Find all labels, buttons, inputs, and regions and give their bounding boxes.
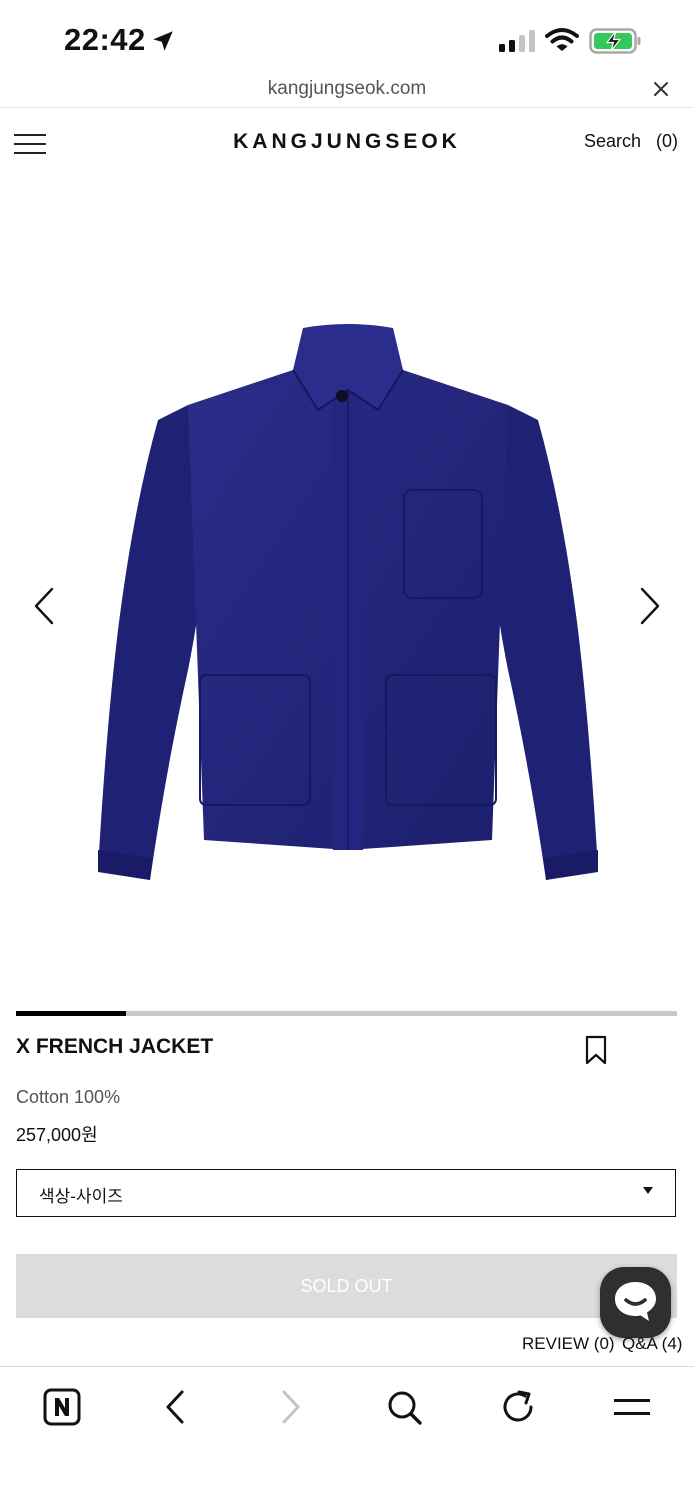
sold-out-button: SOLD OUT — [16, 1254, 677, 1318]
product-price: 257,000원 — [16, 1125, 98, 1145]
reload-icon[interactable] — [498, 1387, 538, 1427]
qa-link[interactable]: Q&A (4) — [622, 1334, 682, 1354]
product-material: Cotton 100% — [16, 1087, 121, 1107]
chat-bubble-icon — [615, 1282, 656, 1321]
bookmark-icon[interactable] — [584, 1035, 608, 1065]
forward-icon[interactable] — [270, 1387, 310, 1427]
chat-button[interactable] — [600, 1267, 671, 1338]
option-select-label: 색상-사이즈 — [39, 1187, 123, 1206]
navy-jacket-image — [98, 324, 598, 880]
slide-progress-fill — [16, 1011, 127, 1016]
cellular-signal-icon — [499, 30, 535, 52]
option-select[interactable]: 색상-사이즈 — [16, 1169, 676, 1217]
search-link[interactable]: Search — [584, 131, 641, 152]
naver-home-icon[interactable] — [42, 1387, 82, 1427]
chevron-left-icon[interactable] — [28, 585, 60, 627]
review-link[interactable]: REVIEW (0) — [522, 1334, 615, 1354]
cart-count-link[interactable]: (0) — [656, 131, 678, 152]
chevron-right-icon[interactable] — [634, 585, 666, 627]
back-icon[interactable] — [156, 1387, 196, 1427]
url-text[interactable]: kangjungseok.com — [0, 78, 694, 100]
product-name: X FRENCH JACKET — [16, 1035, 214, 1058]
wifi-icon — [545, 28, 579, 51]
close-icon[interactable] — [648, 78, 674, 100]
search-icon[interactable] — [384, 1387, 424, 1427]
menu-icon[interactable] — [612, 1387, 652, 1427]
url-bar-divider — [0, 107, 694, 108]
battery-charging-icon — [589, 28, 641, 54]
status-time: 22:42 — [64, 22, 146, 57]
location-arrow-icon — [153, 31, 173, 51]
caret-down-icon — [643, 1187, 653, 1194]
browser-toolbar — [0, 1367, 694, 1500]
